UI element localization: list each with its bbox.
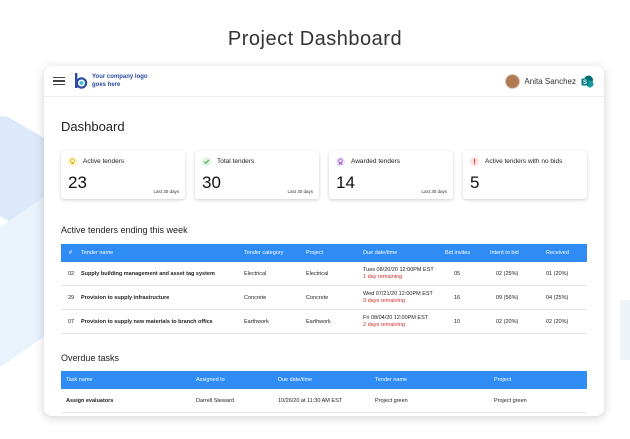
- card-period: Last 30 days: [287, 189, 313, 194]
- tender-number: 02: [61, 262, 76, 286]
- svg-text:S: S: [583, 80, 587, 86]
- bid-invites: 16: [440, 285, 485, 310]
- summary-cards: Active tenders 23 Last 30 days Total ten…: [61, 151, 587, 199]
- card-label: Awarded tenders: [351, 158, 401, 165]
- due-date: 10/26/20 at 11:30 AM EST: [273, 389, 370, 413]
- assigned-to: Darrell Steward: [191, 389, 273, 413]
- column-header[interactable]: Project: [301, 244, 358, 262]
- due-date: Tues 08/20/20 12:00PM EST: [363, 267, 434, 273]
- active-tenders-title: Active tenders ending this week: [61, 225, 188, 235]
- award-icon: [336, 157, 345, 166]
- project: Project green: [489, 389, 587, 413]
- column-header[interactable]: Assigned to: [191, 371, 273, 389]
- logo-mark-icon: [75, 73, 88, 89]
- company-logo[interactable]: Your company logo goes here: [74, 73, 162, 89]
- alert-icon: [470, 157, 479, 166]
- sharepoint-icon[interactable]: S: [581, 75, 594, 88]
- due-cell: Wed 07/21/20 12:00PM EST 3 days remainin…: [358, 285, 440, 310]
- background-shape: [620, 300, 630, 360]
- column-header[interactable]: Task name: [61, 371, 191, 389]
- column-header[interactable]: Due date/time: [273, 371, 370, 389]
- received: 02 (20%): [541, 309, 587, 334]
- bid-invites: 05: [440, 262, 485, 286]
- card-value: 23: [68, 173, 87, 192]
- active-tenders-table: # Tender name Tender category Project Du…: [61, 244, 587, 334]
- card-label: Active tenders: [83, 158, 125, 165]
- tender-project: Concrete: [301, 285, 358, 310]
- column-header[interactable]: #: [61, 244, 76, 262]
- hamburger-menu-icon[interactable]: [53, 76, 65, 86]
- tender-number: 07: [61, 309, 76, 334]
- column-header[interactable]: Bid invites: [440, 244, 485, 262]
- card-value: 30: [202, 173, 221, 192]
- top-bar: Your company logo goes here Anita Sanche…: [44, 66, 604, 97]
- bid-invites: 10: [440, 309, 485, 334]
- page-heading: Project Dashboard: [227, 28, 403, 50]
- card-label: Total tenders: [217, 158, 255, 165]
- tender-category: Earthwork: [239, 309, 301, 334]
- table-header-row: Task name Assigned to Due date/time Tend…: [61, 371, 587, 389]
- days-remaining: 3 days remaining: [363, 298, 405, 304]
- tender-name: Project green: [370, 389, 489, 413]
- card-value: 14: [336, 173, 355, 192]
- task-name[interactable]: Assign evaluators: [61, 389, 191, 413]
- intent-to-bid: 09 (56%): [485, 285, 541, 310]
- dashboard-title: Dashboard: [61, 119, 125, 134]
- logo-text-line2: goes here: [92, 82, 121, 88]
- card-total-tenders[interactable]: Total tenders 30 Last 30 days: [195, 151, 319, 199]
- check-icon: [202, 157, 211, 166]
- due-date: Fri 08/04/20 12:00PM EST: [363, 315, 429, 321]
- days-remaining: 2 days remaining: [363, 322, 405, 328]
- overdue-tasks-title: Overdue tasks: [61, 353, 120, 363]
- table-row[interactable]: 07 Provision to supply new materials to …: [61, 309, 587, 334]
- tender-category: Electrical: [239, 262, 301, 286]
- user-name[interactable]: Anita Sanchez: [524, 77, 576, 86]
- tender-project: Electrical: [301, 262, 358, 286]
- lightbulb-icon: [68, 157, 77, 166]
- intent-to-bid: 02 (20%): [485, 309, 541, 334]
- due-cell: Tues 08/20/20 12:00PM EST 1 day remainin…: [358, 262, 440, 286]
- table-header-row: # Tender name Tender category Project Du…: [61, 244, 587, 262]
- received: 04 (25%): [541, 285, 587, 310]
- card-period: Last 30 days: [153, 189, 179, 194]
- card-active-tenders[interactable]: Active tenders 23 Last 30 days: [61, 151, 185, 199]
- tender-name[interactable]: Supply building management and asset tag…: [76, 262, 239, 286]
- tender-project: Earthwork: [301, 309, 358, 334]
- tender-name[interactable]: Provision to supply new materials to bra…: [76, 309, 239, 334]
- card-value: 5: [470, 173, 480, 192]
- received: 01 (20%): [541, 262, 587, 286]
- table-row[interactable]: Assign evaluators Darrell Steward 10/26/…: [61, 389, 587, 413]
- tender-name[interactable]: Provision to supply infrastructure: [76, 285, 239, 310]
- column-header[interactable]: Received: [541, 244, 587, 262]
- intent-to-bid: 02 (25%): [485, 262, 541, 286]
- logo-text-line1: Your company logo: [92, 74, 148, 80]
- column-header[interactable]: Tender category: [239, 244, 301, 262]
- tender-category: Concrete: [239, 285, 301, 310]
- overdue-tasks-table: Task name Assigned to Due date/time Tend…: [61, 371, 587, 413]
- card-no-bids[interactable]: Active tenders with no bids 5: [463, 151, 587, 199]
- main-content: Dashboard Active tenders 23 Last 30 days: [44, 119, 604, 413]
- due-cell: Fri 08/04/20 12:00PM EST 2 days remainin…: [358, 309, 440, 334]
- app-window: Your company logo goes here Anita Sanche…: [44, 66, 604, 416]
- avatar[interactable]: [505, 73, 521, 89]
- column-header[interactable]: Intent to bid: [485, 244, 541, 262]
- column-header[interactable]: Project: [489, 371, 587, 389]
- tender-number: 29: [61, 285, 76, 310]
- days-remaining: 1 day remaining: [363, 274, 403, 280]
- column-header[interactable]: Due date/time: [358, 244, 440, 262]
- column-header[interactable]: Tender name: [76, 244, 239, 262]
- card-period: Last 30 days: [421, 189, 447, 194]
- table-row[interactable]: 02 Supply building management and asset …: [61, 262, 587, 286]
- due-date: Wed 07/21/20 12:00PM EST: [363, 291, 433, 297]
- column-header[interactable]: Tender name: [370, 371, 489, 389]
- table-row[interactable]: 29 Provision to supply infrastructure Co…: [61, 285, 587, 310]
- card-label: Active tenders with no bids: [485, 158, 563, 165]
- card-awarded-tenders[interactable]: Awarded tenders 14 Last 30 days: [329, 151, 453, 199]
